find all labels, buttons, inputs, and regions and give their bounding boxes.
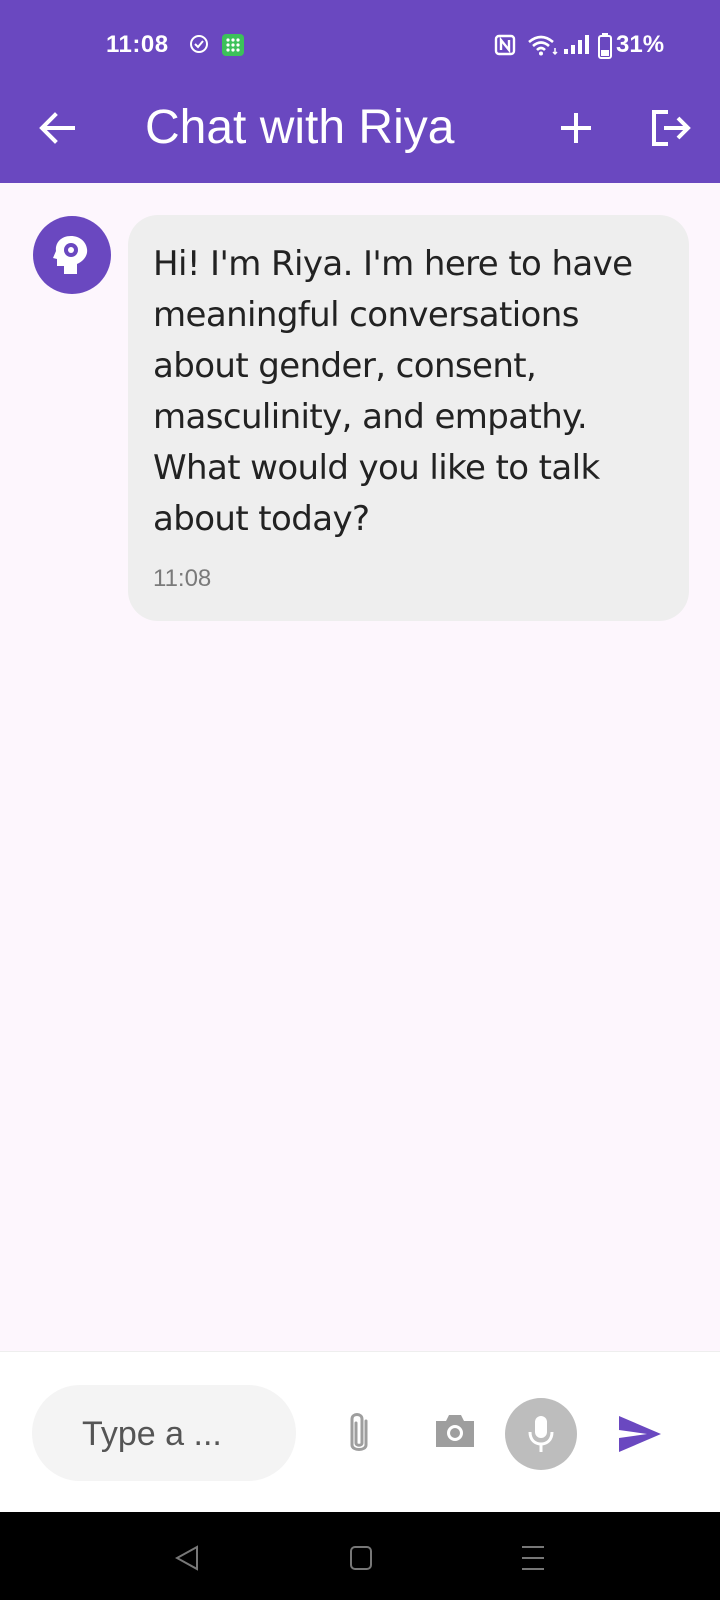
message-input[interactable]: [80, 1411, 274, 1457]
nav-recents-icon[interactable]: [520, 1544, 546, 1572]
send-button[interactable]: [617, 1414, 663, 1459]
plus-icon: [561, 113, 591, 143]
attach-button[interactable]: [344, 1409, 374, 1462]
grid-app-icon: [222, 34, 244, 56]
battery-icon: [598, 33, 612, 59]
battery-percent: 31%: [616, 31, 665, 58]
nav-back-icon[interactable]: [175, 1545, 199, 1571]
status-bar: 11:08 31%: [0, 26, 720, 66]
signal-icon: [564, 35, 589, 54]
app-bar: 11:08 31% Chat with Riya: [0, 0, 720, 183]
message-bubble: Hi! I'm Riya. I'm here to have meaningfu…: [128, 215, 689, 621]
toolbar: Chat with Riya: [0, 90, 720, 166]
nav-home-icon[interactable]: [349, 1545, 373, 1571]
camera-icon: [436, 1415, 474, 1447]
message-text: Hi! I'm Riya. I'm here to have meaningfu…: [153, 244, 633, 539]
system-nav-bar: [0, 1512, 720, 1600]
message-input-container[interactable]: [32, 1385, 296, 1481]
logout-icon: [652, 110, 691, 146]
logout-button[interactable]: [646, 104, 694, 152]
wifi-icon: [528, 35, 558, 56]
message-list[interactable]: Hi! I'm Riya. I'm here to have meaningfu…: [0, 183, 720, 1351]
camera-button[interactable]: [434, 1413, 476, 1454]
page-title: Chat with Riya: [145, 101, 455, 154]
voice-input-button[interactable]: [505, 1398, 577, 1470]
arrow-left-icon: [39, 112, 75, 144]
psychology-head-icon: [53, 236, 88, 274]
back-button[interactable]: [33, 104, 81, 152]
send-icon: [619, 1416, 661, 1452]
check-circle-icon: [190, 35, 208, 53]
composer-bar: [0, 1351, 720, 1513]
paperclip-icon: [350, 1413, 368, 1451]
bot-avatar: [33, 216, 111, 294]
status-time: 11:08: [106, 31, 169, 58]
message-timestamp: 11:08: [153, 565, 212, 592]
microphone-icon: [528, 1416, 554, 1452]
new-chat-button[interactable]: [552, 104, 600, 152]
nfc-icon: [494, 34, 516, 56]
